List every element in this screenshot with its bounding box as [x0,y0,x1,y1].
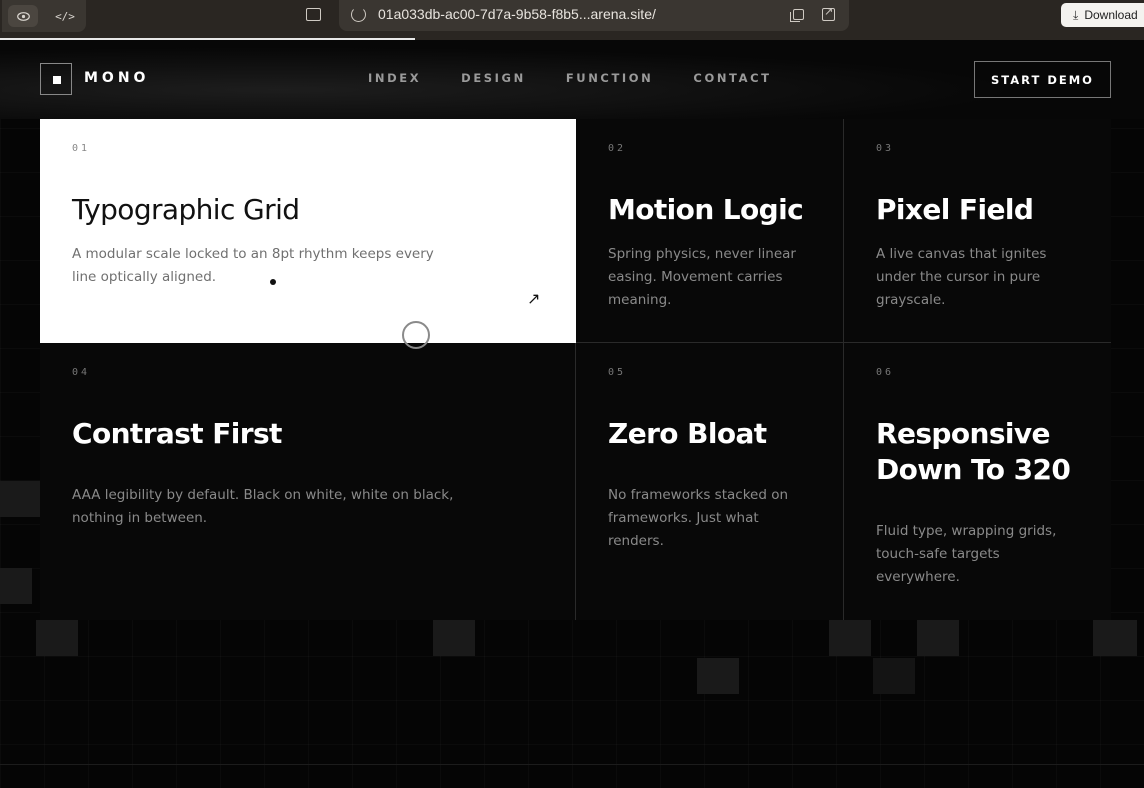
tab-overview-icon[interactable] [306,8,321,21]
feature-card-typographic-grid[interactable]: 01 Typographic Grid A modular scale lock… [40,119,576,343]
nav-function[interactable]: FUNCTION [566,71,654,85]
brand-name[interactable]: MONO [84,70,149,86]
pixel-cell [829,620,871,656]
nav-design[interactable]: DESIGN [461,71,526,85]
card-description: Fluid type, wrapping grids, touch-safe t… [876,523,1057,585]
feature-card-zero-bloat[interactable]: 05 Zero Bloat No frameworks stacked on f… [576,343,844,620]
arrow-up-right-icon[interactable]: ↗ [527,289,540,308]
card-number: 02 [608,143,627,154]
card-description: AAA legibility by default. Black on whit… [72,487,454,526]
download-label: Download [1084,8,1138,22]
card-title: Contrast First [72,417,282,450]
feature-card-contrast-first[interactable]: 04 Contrast First AAA legibility by defa… [40,343,576,620]
address-bar[interactable]: 01a033db-ac00-7d7a-9b58-f8b5...arena.sit… [339,0,849,31]
pixel-cell [0,568,32,604]
card-number: 06 [876,367,895,378]
feature-card-pixel-field[interactable]: 03 Pixel Field A live canvas that ignite… [844,119,1111,343]
feature-card-motion-logic[interactable]: 02 Motion Logic Spring physics, never li… [576,119,844,343]
card-description: A modular scale locked to an 8pt rhythm … [72,246,434,285]
nav-contact[interactable]: CONTACT [693,71,771,85]
footer-divider [0,764,1144,765]
page: MONO INDEX DESIGN FUNCTION CONTACT START… [0,40,1144,788]
pixel-cell [1093,620,1137,656]
card-number: 01 [72,143,91,154]
card-number: 04 [72,367,91,378]
start-demo-button[interactable]: START DEMO [974,61,1111,98]
card-description: No frameworks stacked on frameworks. Jus… [608,487,789,549]
url-text[interactable]: 01a033db-ac00-7d7a-9b58-f8b5...arena.sit… [378,6,656,22]
reload-icon[interactable] [351,7,366,22]
eye-icon[interactable] [8,5,38,27]
card-title: Zero Bloat [608,417,767,450]
cursor-dot [270,279,276,285]
card-title: Pixel Field [876,193,1034,226]
pixel-cell [36,620,78,656]
card-title: Responsive Down To 320 [876,417,1071,486]
card-title: Motion Logic [608,193,804,226]
cursor-ring [402,321,430,349]
card-number: 05 [608,367,627,378]
pixel-cell [873,658,915,694]
browser-chrome: </> 01a033db-ac00-7d7a-9b58-f8b5...arena… [0,0,1144,40]
logo-mark-icon[interactable] [40,63,72,95]
pixel-cell [917,620,959,656]
feature-card-responsive[interactable]: 06 Responsive Down To 320 Fluid type, wr… [844,343,1111,620]
pixel-cell [697,658,739,694]
view-toggle-group: </> [2,0,86,32]
card-title: Typographic Grid [72,193,300,226]
copy-icon[interactable] [790,9,804,22]
download-button[interactable]: ⤓ Download [1061,3,1144,27]
nav-index[interactable]: INDEX [368,71,421,85]
card-description: A live canvas that ignites under the cur… [876,246,1047,308]
card-description: Spring physics, never linear easing. Mov… [608,246,796,308]
pixel-cell [433,620,475,656]
open-external-icon[interactable] [822,5,835,21]
main-nav: INDEX DESIGN FUNCTION CONTACT [368,71,812,85]
site-header: MONO INDEX DESIGN FUNCTION CONTACT START… [0,40,1144,119]
card-number: 03 [876,143,895,154]
pixel-cell [0,481,42,517]
download-icon: ⤓ [1073,7,1079,22]
code-icon[interactable]: </> [50,5,80,27]
